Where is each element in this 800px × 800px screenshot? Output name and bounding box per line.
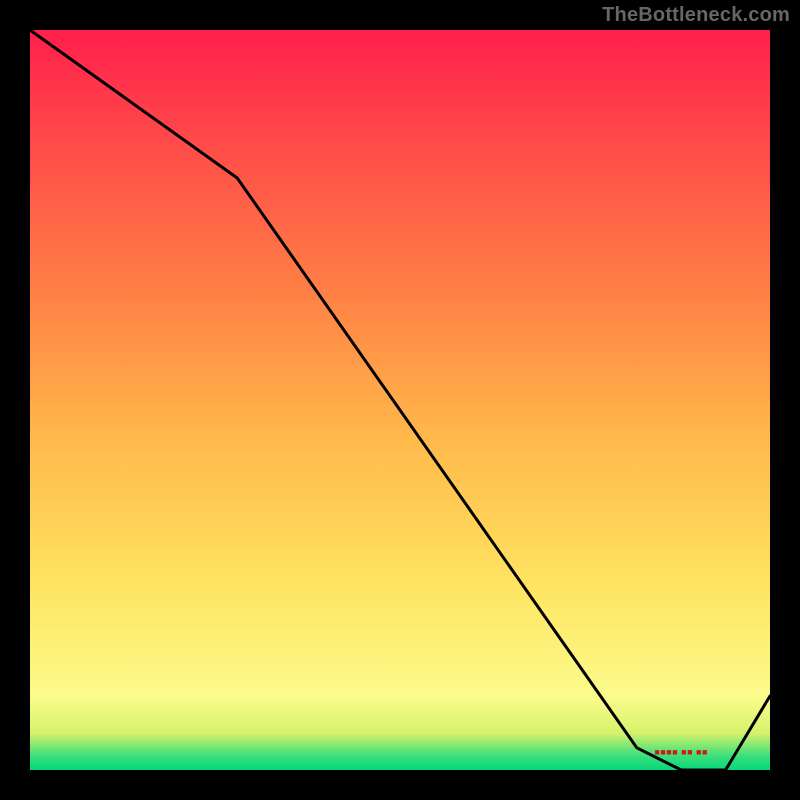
chart-svg: ■■■■ ■■ ■■ [30,30,770,770]
min-region-label: ■■■■ ■■ ■■ [654,747,708,757]
chart-frame: TheBottleneck.com ■■■■ ■■ ■■ [0,0,800,800]
watermark-text: TheBottleneck.com [602,4,790,27]
gradient-bg [30,30,770,770]
plot-area: ■■■■ ■■ ■■ [30,30,770,770]
